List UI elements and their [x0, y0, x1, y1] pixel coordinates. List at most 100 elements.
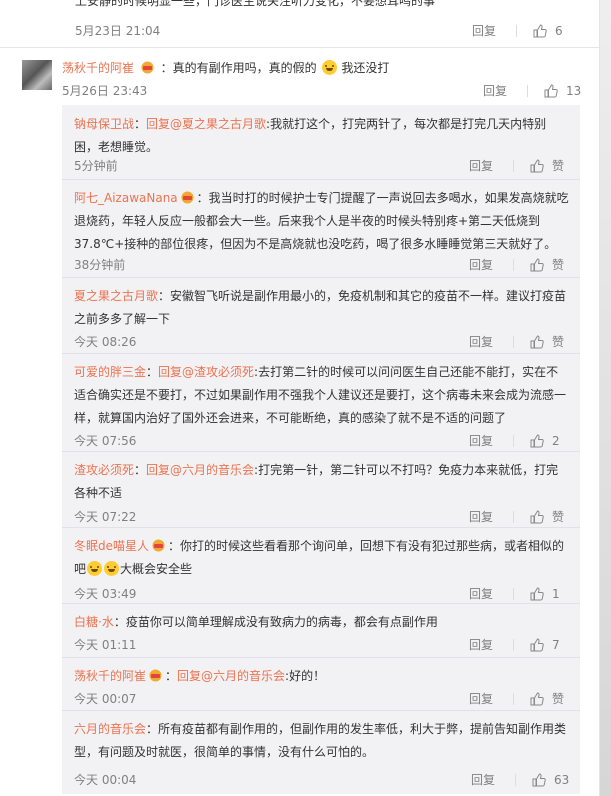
thumbs-up-icon [530, 257, 544, 271]
like-button[interactable]: 赞 [530, 256, 568, 273]
thumbs-up-icon [530, 637, 544, 651]
comment-time: 5月26日 23:43 [62, 84, 148, 98]
thumbs-up-icon [533, 23, 547, 37]
like-count: 6 [555, 23, 563, 38]
reply-time: 5分钟前 [74, 159, 118, 173]
username-link[interactable]: 阿七_AizawaNana [74, 191, 178, 205]
divider [513, 638, 514, 651]
reply-content: 渣攻必须死：回复@六月的音乐会:打完第一针，第二针可以不打吗？免疫力本来就低，打… [74, 463, 559, 500]
username-link[interactable]: 渣攻必须死 [74, 463, 134, 477]
crying-emoji-icon [321, 60, 337, 75]
reply-item: 钠母保卫战：回复@夏之果之古月歌:我就打这个，打完两针了，每次都是打完几天内特别… [62, 105, 580, 180]
comment-actions: 回复 13 [483, 82, 582, 99]
avatar[interactable] [22, 60, 52, 90]
divider [513, 692, 514, 705]
reply-actions: 回复 2 [469, 432, 568, 449]
like-button[interactable]: 13 [544, 84, 582, 98]
mention-link[interactable]: 回复@六月的音乐会 [146, 463, 254, 477]
reply-content: 冬眠de喵星人 ：你打的时候这些看看那个询问单，回想下有没有犯过那些病，或者相似的… [74, 535, 570, 581]
reply-text-tail: 大概会安全些 [120, 562, 193, 576]
divider [515, 773, 516, 786]
username-link[interactable]: 夏之果之古月歌 [74, 289, 158, 303]
reply-item: 冬眠de喵星人 ：你打的时候这些看看那个询问单，回想下有没有犯过那些病，或者相似的… [62, 527, 580, 604]
like-count: 赞 [552, 692, 565, 706]
previous-comment-text: 上安静的时候明显一些，门诊医生说关注听力变化，不要想耳鸣的事 [75, 0, 436, 8]
reply-time: 今天 01:11 [74, 638, 137, 652]
comment-time: 5月23日 21:04 [75, 24, 161, 38]
reply-actions: 回复 7 [469, 636, 568, 653]
reply-button[interactable]: 回复 [469, 508, 493, 525]
previous-comment: 上安静的时候明显一些，门诊医生说关注听力变化，不要想耳鸣的事 5月23日 21:… [0, 0, 600, 45]
reply-item: 六月的音乐会：所有疫苗都有副作用的，但副作用的发生率低，利大于弊，提前告知副作用… [62, 710, 580, 794]
reply-button[interactable]: 回复 [472, 22, 496, 39]
username-link[interactable]: 荡秋千的阿崔 [62, 61, 134, 75]
reply-item: 可爱的胖三金：回复@渣攻必须死:去打第二针的时候可以问问医生自己还能不能打，实在… [62, 353, 580, 452]
reply-button[interactable]: 回复 [469, 432, 493, 449]
reply-actions: 回复 63 [471, 771, 570, 788]
mention-link[interactable]: 回复@夏之果之古月歌 [146, 117, 266, 131]
reply-actions: 回复 赞 [469, 508, 568, 525]
thumbs-up-icon [530, 586, 544, 600]
like-count: 1 [552, 586, 560, 601]
comment-content: 荡秋千的阿崔 ：真的有副作用吗，真的假的 我还没打 [62, 59, 389, 76]
username-link[interactable]: 可爱的胖三金 [74, 365, 146, 379]
like-button[interactable]: 赞 [530, 333, 568, 350]
mention-link[interactable]: 回复@六月的音乐会 [177, 669, 285, 683]
username-link[interactable]: 冬眠de喵星人 [74, 539, 149, 553]
reply-text: :我就打这个，打完两针了，每次都是打完几天内特别困，老想睡觉。 [74, 117, 547, 154]
thumbs-up-icon [532, 772, 546, 786]
thumbs-up-icon [530, 433, 544, 447]
reply-button[interactable]: 回复 [469, 636, 493, 653]
reply-actions: 回复 赞 [469, 690, 568, 707]
reply-actions: 回复 赞 [469, 256, 568, 273]
divider [513, 258, 514, 271]
like-button[interactable]: 赞 [530, 157, 568, 174]
thumbs-up-icon [530, 334, 544, 348]
divider [516, 24, 517, 37]
grin-emoji-icon [87, 561, 103, 576]
reply-button[interactable]: 回复 [469, 256, 493, 273]
mention-link[interactable]: 回复@渣攻必须死 [158, 365, 254, 379]
reply-button[interactable]: 回复 [469, 690, 493, 707]
reply-actions: 回复 赞 [469, 333, 568, 350]
member-badge-icon [152, 539, 165, 552]
like-button[interactable]: 6 [533, 24, 571, 38]
username-link[interactable]: 钠母保卫战 [74, 117, 134, 131]
divider [513, 434, 514, 447]
like-count: 13 [566, 83, 582, 98]
reply-button[interactable]: 回复 [469, 157, 493, 174]
comment-page: 上安静的时候明显一些，门诊医生说关注听力变化，不要想耳鸣的事 5月23日 21:… [0, 0, 611, 796]
reply-text: :好的！ [285, 669, 326, 683]
reply-button[interactable]: 回复 [469, 333, 493, 350]
like-button[interactable]: 赞 [530, 690, 568, 707]
thumbs-up-icon [530, 509, 544, 523]
username-link[interactable]: 荡秋千的阿崔 [74, 669, 146, 683]
like-button[interactable]: 7 [530, 638, 568, 652]
reply-button[interactable]: 回复 [469, 585, 493, 602]
reply-content: 阿七_AizawaNana ：我当时打的时候护士专门提醒了一声说回去多喝水，如果发… [74, 187, 570, 256]
like-button[interactable]: 1 [530, 587, 568, 601]
like-button[interactable]: 赞 [530, 508, 568, 525]
like-button[interactable]: 63 [532, 773, 570, 787]
like-count: 63 [554, 772, 570, 787]
divider [513, 510, 514, 523]
username-link[interactable]: 白糖·水 [74, 615, 114, 629]
reply-content: 钠母保卫战：回复@夏之果之古月歌:我就打这个，打完两针了，每次都是打完几天内特别… [74, 117, 547, 154]
reply-content: 可爱的胖三金：回复@渣攻必须死:去打第二针的时候可以问问医生自己还能不能打，实在… [74, 365, 567, 425]
like-count: 赞 [552, 335, 565, 349]
username-link[interactable]: 六月的音乐会 [74, 722, 146, 736]
reply-time: 今天 07:56 [74, 434, 137, 448]
reply-time: 今天 07:22 [74, 510, 137, 524]
reply-content: 夏之果之古月歌：安徽智飞听说是副作用最小的，免疫机制和其它的疫苗不一样。建议打疫… [74, 285, 570, 331]
reply-button[interactable]: 回复 [471, 771, 495, 788]
member-badge-icon [141, 61, 154, 74]
reply-item: 荡秋千的阿崔 ：回复@六月的音乐会:好的！ 今天 00:07 回复 赞 [62, 657, 580, 711]
comment-actions: 回复 6 [472, 22, 571, 39]
divider [527, 84, 528, 97]
divider [513, 335, 514, 348]
reply-button[interactable]: 回复 [483, 82, 507, 99]
scrollbar-track[interactable] [599, 0, 611, 796]
like-count: 2 [552, 433, 560, 448]
reply-actions: 回复 1 [469, 585, 568, 602]
like-button[interactable]: 2 [530, 434, 568, 448]
